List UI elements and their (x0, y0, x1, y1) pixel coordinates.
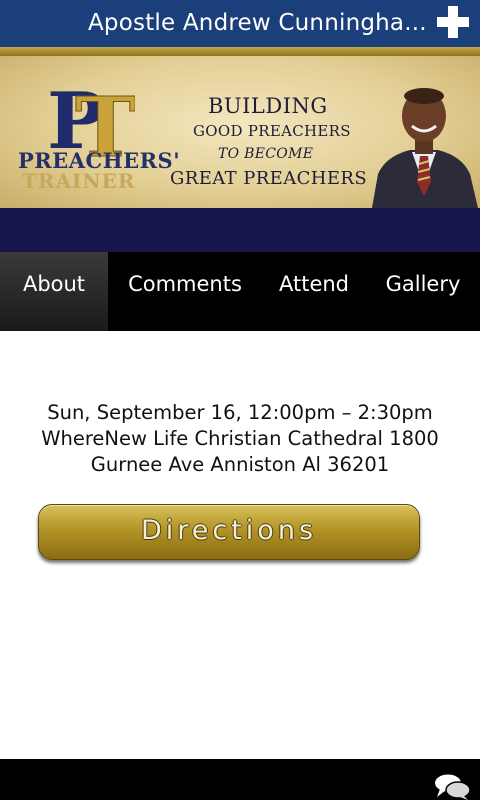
event-location-line-2: Gurnee Ave Anniston Al 36201 (90, 453, 390, 476)
tab-gallery[interactable]: Gallery (366, 252, 480, 331)
tab-attend[interactable]: Attend (262, 252, 366, 331)
bottom-bar (0, 759, 480, 800)
chat-bubbles-icon[interactable] (433, 773, 471, 800)
event-date-time: Sun, September 16, 12:00pm – 2:30pm (47, 401, 433, 424)
tagline-line-1: BUILDING (208, 94, 328, 118)
tagline-line-2: GOOD PREACHERS (193, 122, 351, 140)
event-details: Sun, September 16, 12:00pm – 2:30pm Wher… (0, 331, 480, 759)
directions-button[interactable]: Directions (38, 504, 420, 560)
tab-bar: About Comments Attend Gallery (0, 252, 480, 331)
event-location-line-1: WhereNew Life Christian Cathedral 1800 (41, 427, 439, 450)
page-title: Apostle Andrew Cunningha... (88, 10, 427, 36)
tab-about[interactable]: About (0, 252, 108, 331)
title-bar: Apostle Andrew Cunningha... (0, 0, 480, 47)
header-divider (0, 47, 480, 56)
banner-image: P T PREACHERS' TRAINER BUILDING GOOD PRE… (0, 56, 480, 208)
tagline-line-4: GREAT PREACHERS (170, 168, 368, 189)
preacher-portrait (372, 88, 478, 208)
app-screen: Apostle Andrew Cunningha... P T PREACHER… (0, 0, 480, 800)
banner-footer-band (0, 208, 480, 252)
plus-icon[interactable] (436, 5, 470, 39)
logo-subtitle: TRAINER (22, 169, 136, 193)
tagline-line-3: TO BECOME (218, 146, 314, 162)
tab-comments[interactable]: Comments (108, 252, 262, 331)
